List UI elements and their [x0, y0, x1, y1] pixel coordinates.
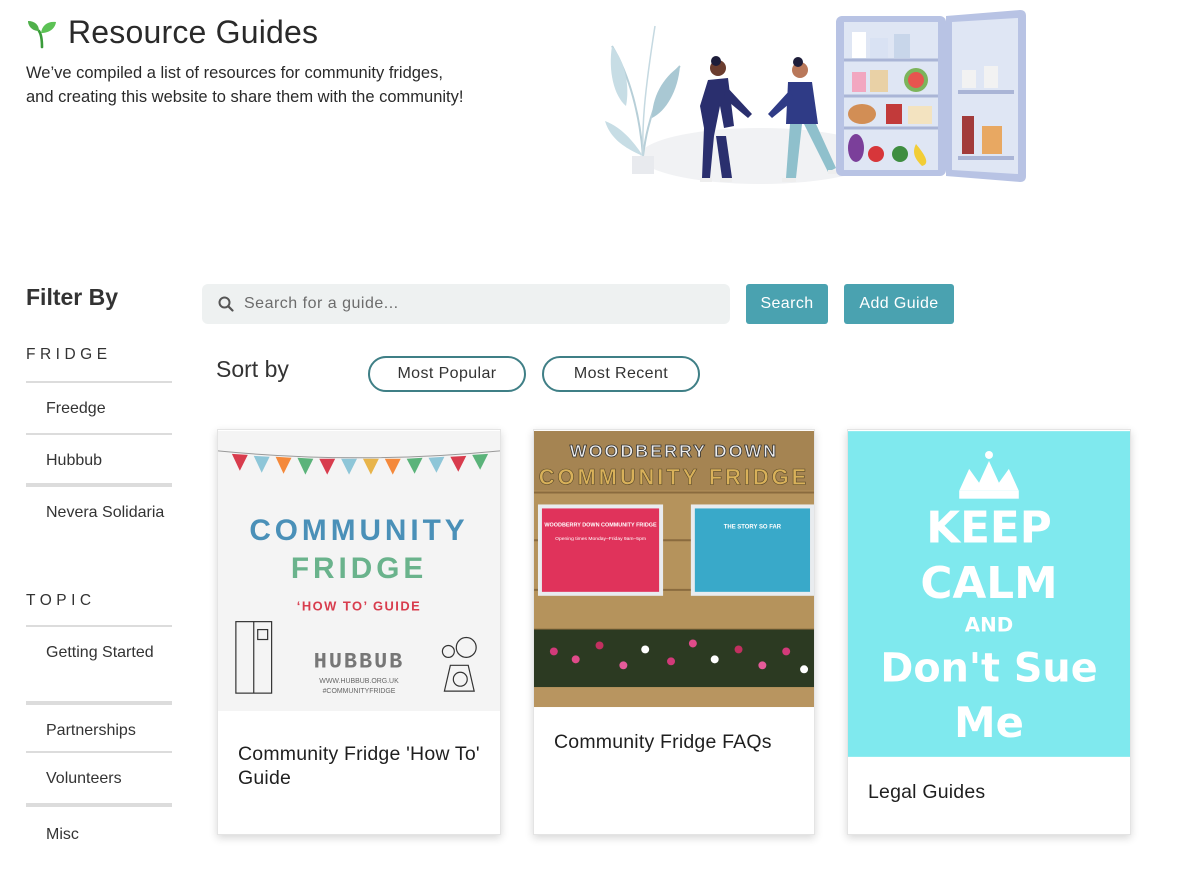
guide-card-title: Legal Guides: [868, 781, 986, 803]
filter-item-getting-started[interactable]: Getting Started: [26, 625, 172, 701]
filter-list-fridge: Freedge Hubbub Nevera Solidaria: [26, 381, 172, 557]
community-fridge-photo-image: WOODBERRY DOWN COMMUNITY FRIDGE WOODBERR…: [534, 430, 814, 708]
keep-calm-poster-image: KEEP CALM AND Don't Sue Me: [848, 431, 1130, 757]
guide-card-faqs[interactable]: WOODBERRY DOWN COMMUNITY FRIDGE WOODBERR…: [533, 429, 815, 835]
add-guide-button[interactable]: Add Guide: [844, 284, 954, 324]
poster-left-subtitle: Opening times Monday–Friday 9am–5pm: [555, 536, 646, 542]
filter-heading: Filter By: [26, 284, 119, 310]
cover-title-line1: COMMUNITY: [249, 514, 468, 547]
search-input[interactable]: [244, 295, 704, 313]
cover-subtitle: ‘HOW TO’ GUIDE: [297, 599, 421, 614]
page-description: We’ve compiled a list of resources for c…: [26, 64, 464, 106]
search-button[interactable]: Search: [746, 284, 828, 324]
filter-item-partnerships[interactable]: Partnerships: [26, 701, 172, 751]
search-icon: [218, 296, 234, 312]
sign-line1: WOODBERRY DOWN: [570, 441, 778, 461]
guide-card-title: Community Fridge 'How To' Guide: [238, 743, 480, 789]
poster-line-and: AND: [965, 614, 1013, 637]
filter-item-freedge[interactable]: Freedge: [26, 381, 172, 433]
sign-line2: COMMUNITY FRIDGE: [539, 465, 809, 490]
sort-label: Sort by: [216, 356, 289, 382]
poster-right-title: THE STORY SO FAR: [724, 524, 782, 530]
filter-list-topic: Getting Started Partnerships Volunteers …: [26, 625, 172, 855]
cover-hashtag: #COMMUNITYFRIDGE: [323, 688, 396, 695]
sort-most-popular-button[interactable]: Most Popular: [368, 356, 526, 392]
poster-line-keep: KEEP: [926, 502, 1052, 553]
filter-item-hubbub[interactable]: Hubbub: [26, 433, 172, 483]
poster-left-title: WOODBERRY DOWN COMMUNITY FRIDGE: [544, 522, 657, 528]
search-bar: [202, 284, 730, 324]
page-title: Resource Guides: [68, 14, 319, 50]
filter-item-misc[interactable]: Misc: [26, 803, 172, 855]
cover-brand: HUBBUB: [314, 649, 405, 674]
page-header: Resource Guides: [26, 14, 318, 51]
how-to-guide-cover-image: COMMUNITY FRIDGE ‘HOW TO’ GUIDE HUBBUB W…: [218, 430, 500, 712]
poster-line-dont-sue: Don't Sue: [880, 645, 1097, 691]
filter-group-topic-label: TOPIC: [26, 592, 96, 609]
sort-most-recent-button[interactable]: Most Recent: [542, 356, 700, 392]
open-fridge-illustration: [836, 10, 1026, 182]
filter-item-volunteers[interactable]: Volunteers: [26, 751, 172, 803]
guide-card-legal[interactable]: KEEP CALM AND Don't Sue Me Legal Guides: [847, 429, 1131, 835]
community-fridge-illustration: [605, 10, 1026, 184]
cover-url: WWW.HUBBUB.ORG.UK: [319, 678, 399, 685]
filter-item-nevera-solidaria[interactable]: Nevera Solidaria: [26, 483, 172, 557]
poster-line-calm: CALM: [920, 558, 1057, 609]
filter-group-fridge-label: FRIDGE: [26, 346, 112, 363]
cover-title-line2: FRIDGE: [291, 552, 427, 585]
sprout-icon: [28, 20, 56, 48]
guide-card-title: Community Fridge FAQs: [554, 731, 772, 753]
poster-line-me: Me: [954, 698, 1024, 747]
guide-card-how-to[interactable]: COMMUNITY FRIDGE ‘HOW TO’ GUIDE HUBBUB W…: [217, 429, 501, 835]
